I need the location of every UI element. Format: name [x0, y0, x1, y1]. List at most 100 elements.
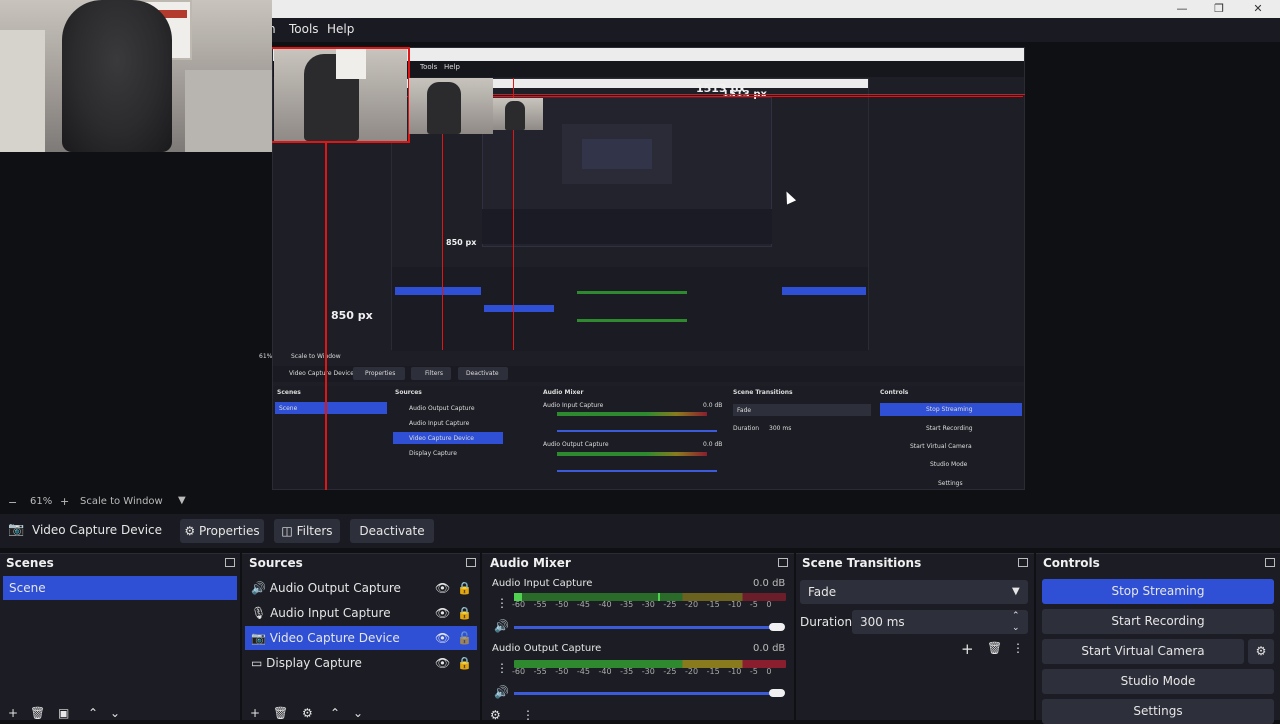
- scene-transitions-dock: [796, 553, 1034, 720]
- zoom-in-button[interactable]: +: [60, 495, 69, 508]
- camera-icon: 📷: [251, 631, 266, 645]
- controls-title: Controls: [1043, 556, 1100, 570]
- mixer-channel-name: Audio Input Capture: [492, 578, 593, 589]
- settings-button[interactable]: Settings: [1042, 699, 1274, 724]
- mixer-channel-db: 0.0 dB: [753, 578, 786, 589]
- nested-source-2: Video Capture Device: [409, 435, 475, 442]
- volume-speaker-icon[interactable]: 🔊: [494, 619, 509, 633]
- minimize-icon[interactable]: —: [1174, 2, 1190, 16]
- studio-mode-button[interactable]: Studio Mode: [1042, 669, 1274, 694]
- transition-select[interactable]: Fade ▼: [800, 580, 1028, 604]
- duration-input[interactable]: 300 ms ⌃ ⌄: [852, 610, 1028, 634]
- mixer-popout-icon[interactable]: [778, 558, 788, 567]
- filters-button[interactable]: ◫ Filters: [274, 519, 340, 543]
- nested-mixer-0-db: 0.0 dB: [703, 402, 723, 409]
- nested-height-label: 850 px: [446, 238, 477, 247]
- add-transition-icon[interactable]: +: [961, 640, 974, 658]
- virtual-camera-settings-icon[interactable]: ⚙: [1248, 639, 1274, 664]
- nested-source-3: Display Capture: [409, 450, 457, 457]
- scene-down-icon[interactable]: ⌄: [110, 706, 120, 720]
- gear-icon: ⚙: [184, 524, 199, 538]
- scale-mode-dropdown-icon[interactable]: ▼: [178, 495, 186, 506]
- source-item-audio-output[interactable]: 🔊 Audio Output Capture 👁 🔒: [245, 576, 477, 600]
- source-label: Display Capture: [266, 656, 362, 670]
- nested-context-filters: Filters: [425, 370, 443, 377]
- menu-help[interactable]: Help: [327, 22, 354, 36]
- nested-context-deactivate: Deactivate: [466, 370, 499, 377]
- start-virtual-camera-button[interactable]: Start Virtual Camera: [1042, 639, 1244, 664]
- sources-popout-icon[interactable]: [466, 558, 476, 567]
- scenes-popout-icon[interactable]: [225, 558, 235, 567]
- scene-item-label: Scene: [9, 581, 46, 595]
- kebab-menu-icon[interactable]: ⋮: [496, 661, 508, 675]
- remove-scene-icon[interactable]: 🗑: [30, 706, 45, 720]
- context-source-name: Video Capture Device: [32, 523, 163, 537]
- height-guide-label: 850 px: [331, 309, 373, 322]
- menu-tools[interactable]: Tools: [289, 22, 319, 36]
- source-down-icon[interactable]: ⌄: [353, 706, 363, 720]
- nested-transition: Fade: [737, 407, 752, 414]
- deactivate-button[interactable]: Deactivate: [350, 519, 434, 543]
- transition-menu-icon[interactable]: ⋮: [1012, 641, 1024, 655]
- nested-scale: Scale to Window: [291, 353, 341, 360]
- visibility-eye-icon[interactable]: 👁: [435, 576, 450, 600]
- close-icon[interactable]: ✕: [1250, 2, 1266, 16]
- restore-icon[interactable]: ❐: [1211, 2, 1227, 16]
- nested-mixer-0-name: Audio Input Capture: [543, 402, 604, 409]
- stop-streaming-button[interactable]: Stop Streaming: [1042, 579, 1274, 604]
- scene-item[interactable]: Scene: [3, 576, 237, 600]
- visibility-eye-icon[interactable]: 👁: [435, 651, 450, 675]
- nested-scene: Scene: [279, 405, 298, 412]
- volume-slider-track[interactable]: [514, 626, 776, 629]
- zoom-out-button[interactable]: −: [8, 496, 17, 509]
- microphone-icon: 🎙: [251, 606, 267, 620]
- scale-mode-label: Scale to Window: [80, 496, 163, 507]
- volume-slider-knob[interactable]: [769, 623, 785, 631]
- mixer-channel-db: 0.0 dB: [753, 643, 786, 654]
- source-up-icon[interactable]: ⌃: [330, 706, 340, 720]
- nested-duration: 300 ms: [769, 425, 792, 432]
- visibility-eye-icon[interactable]: 👁: [435, 601, 450, 625]
- visibility-eye-icon[interactable]: 👁: [435, 626, 450, 650]
- volume-speaker-icon[interactable]: 🔊: [494, 685, 509, 699]
- duration-label: Duration: [800, 615, 853, 629]
- camera-icon: 📷: [8, 522, 25, 537]
- meter-scale: -60 -55 -50 -45 -40 -35 -30 -25 -20 -15 …: [512, 667, 772, 676]
- sources-title: Sources: [249, 556, 303, 570]
- source-label: Video Capture Device: [269, 631, 400, 645]
- lock-icon[interactable]: 🔒: [457, 576, 472, 600]
- nested-context-properties: Properties: [365, 370, 396, 377]
- remove-transition-icon[interactable]: 🗑: [987, 641, 1002, 655]
- source-settings-icon[interactable]: ⚙: [302, 706, 313, 720]
- nested-source-0: Audio Output Capture: [409, 405, 475, 412]
- nested-transitions-title: Scene Transitions: [733, 389, 793, 396]
- volume-slider-track[interactable]: [514, 692, 776, 695]
- properties-button[interactable]: ⚙ Properties: [180, 519, 264, 543]
- source-label: Audio Input Capture: [270, 606, 391, 620]
- controls-popout-icon[interactable]: [1265, 558, 1275, 567]
- nested-context-source: Video Capture Device: [289, 370, 355, 377]
- nested-control-3: Studio Mode: [930, 461, 968, 468]
- scene-up-icon[interactable]: ⌃: [88, 706, 98, 720]
- source-item-display-capture[interactable]: ▭ Display Capture 👁 🔒: [245, 651, 477, 675]
- mixer-channel-name: Audio Output Capture: [492, 643, 602, 654]
- nested-control-1: Start Recording: [926, 425, 973, 432]
- spin-down-icon[interactable]: ⌄: [1012, 616, 1020, 640]
- remove-source-icon[interactable]: 🗑: [273, 706, 288, 720]
- start-recording-button[interactable]: Start Recording: [1042, 609, 1274, 634]
- lock-icon[interactable]: 🔒: [457, 601, 472, 625]
- unlock-icon[interactable]: 🔓: [457, 626, 472, 650]
- nested-control-4: Settings: [938, 480, 963, 487]
- lock-icon[interactable]: 🔒: [457, 651, 472, 675]
- kebab-menu-icon[interactable]: ⋮: [496, 596, 508, 610]
- filter-icon: ◫: [281, 524, 297, 538]
- nested-webcam-feed: [274, 49, 407, 141]
- add-scene-icon[interactable]: +: [8, 706, 18, 720]
- source-item-video-capture[interactable]: 📷 Video Capture Device 👁 🔓: [245, 626, 477, 650]
- nested-controls-title: Controls: [880, 389, 909, 396]
- volume-slider-knob[interactable]: [769, 689, 785, 697]
- transitions-popout-icon[interactable]: [1018, 558, 1028, 567]
- scene-filter-icon[interactable]: ▣: [58, 706, 69, 720]
- source-item-audio-input[interactable]: 🎙 Audio Input Capture 👁 🔒: [245, 601, 477, 625]
- add-source-icon[interactable]: +: [250, 706, 260, 720]
